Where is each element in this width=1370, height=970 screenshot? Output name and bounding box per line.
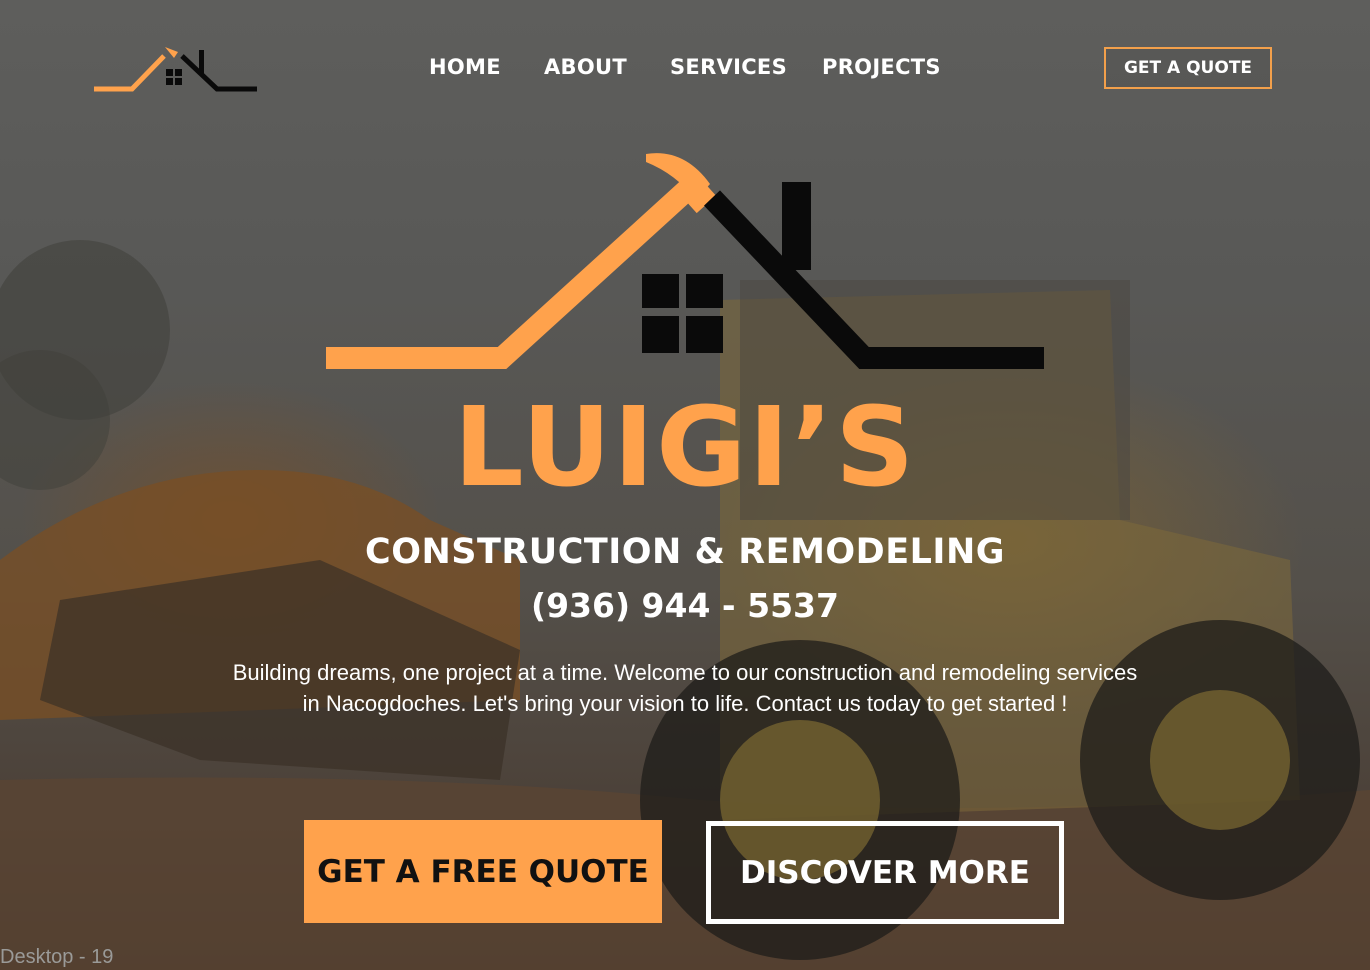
hero-description: Building dreams, one project at a time. … — [232, 660, 1138, 716]
discover-more-button[interactable]: DISCOVER MORE — [706, 821, 1064, 924]
frame-label: Desktop - 19 — [0, 946, 114, 968]
get-free-quote-button[interactable]: GET A FREE QUOTE — [304, 820, 662, 923]
phone-number[interactable]: (936) 944 - 5537 — [0, 586, 1370, 625]
hero-logo — [324, 148, 1046, 372]
nav-home[interactable]: HOME — [429, 55, 501, 79]
house-hammer-logo-icon — [326, 153, 1044, 369]
get-a-quote-button[interactable]: GET A QUOTE — [1104, 47, 1272, 89]
brand-name: LUIGI’S — [453, 383, 917, 511]
nav-projects[interactable]: PROJECTS — [822, 55, 941, 79]
nav-services[interactable]: SERVICES — [670, 55, 787, 79]
company-tagline: CONSTRUCTION & REMODELING — [365, 532, 1005, 572]
nav-about[interactable]: ABOUT — [544, 55, 627, 79]
